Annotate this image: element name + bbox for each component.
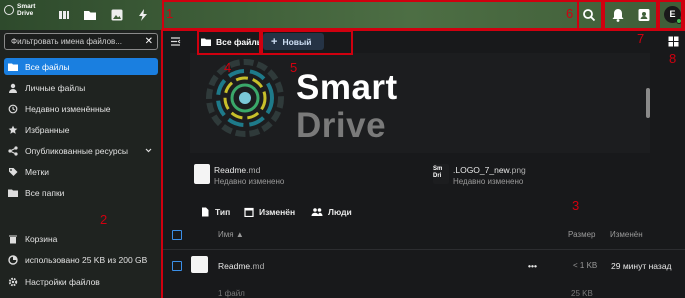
plus-icon: + — [271, 35, 278, 48]
recent-file-name: .LOGO_7_new.png — [453, 165, 526, 175]
filter-label: Изменён — [259, 207, 296, 217]
sidebar-item-personal-files[interactable]: Личные файлы — [4, 79, 158, 96]
notifications-icon[interactable] — [610, 7, 626, 23]
user-icon — [9, 83, 17, 93]
chevron-down-icon[interactable] — [145, 147, 152, 154]
row-file-name[interactable]: Readme.md — [218, 261, 264, 271]
people-icon — [311, 208, 323, 216]
filter-type[interactable]: Тип — [200, 205, 230, 219]
sidebar-item-label: Избранные — [25, 124, 70, 135]
recent-file-card[interactable]: Sm Dri .LOGO_7_new.png Недавно изменено — [433, 164, 613, 188]
recent-file-name: Readme.md — [214, 165, 261, 175]
sidebar-item-favorites[interactable]: Избранные — [4, 121, 158, 138]
sidebar-item-all-folders[interactable]: Все папки — [4, 184, 158, 201]
row-checkbox[interactable] — [172, 261, 182, 271]
share-icon — [8, 145, 18, 156]
sidebar-item-settings[interactable]: Настройки файлов — [4, 273, 158, 290]
table-footer-count: 1 файл — [218, 289, 245, 298]
table-divider — [163, 249, 685, 250]
filter-modified[interactable]: Изменён — [244, 205, 295, 219]
folder-icon — [8, 189, 18, 197]
new-button-label: Новый — [282, 36, 312, 47]
gear-icon — [8, 277, 18, 286]
quota-label: использовано 25 KB из 200 GB — [25, 254, 148, 265]
search-icon[interactable] — [581, 7, 597, 23]
hero-title-drive: Drive — [296, 106, 387, 145]
sidebar-item-label: Все папки — [25, 187, 65, 198]
row-size: < 1 KB — [573, 261, 598, 270]
sidebar-item-label: Метки — [25, 166, 49, 177]
column-size[interactable]: Размер — [568, 230, 596, 239]
annotation-label-5: 5 — [290, 60, 298, 75]
document-icon — [191, 256, 208, 273]
preview-scrollbar[interactable] — [646, 88, 650, 118]
row-modified: 29 минут назад — [611, 261, 672, 271]
annotation-label-8: 8 — [669, 51, 677, 66]
file-filter-input[interactable]: Фильтровать имена файлов... ✕ — [4, 33, 158, 50]
sidebar-item-trash[interactable]: Корзина — [4, 230, 158, 247]
sidebar-item-all-files[interactable]: Все файлы — [4, 58, 158, 75]
recent-file-status: Недавно изменено — [453, 177, 524, 186]
annotation-label-4: 4 — [224, 60, 232, 75]
filter-label: Тип — [215, 207, 231, 217]
recent-file-card[interactable]: Readme.md Недавно изменено — [194, 164, 354, 188]
activity-icon[interactable] — [136, 8, 150, 22]
row-actions-icon[interactable]: ••• — [528, 261, 537, 271]
folder-icon — [201, 38, 211, 46]
sidebar-item-label: Личные файлы — [25, 82, 86, 93]
annotation-label-7: 7 — [637, 31, 645, 46]
contacts-icon[interactable] — [636, 7, 652, 23]
apps-icon[interactable] — [57, 8, 71, 22]
sidebar-item-label: Опубликованные ресурсы — [25, 145, 128, 156]
folder-icon — [8, 63, 18, 71]
star-icon — [8, 125, 18, 134]
breadcrumb-label: Все файлы — [216, 36, 265, 47]
logo-icon — [4, 5, 14, 15]
folder-icon[interactable] — [83, 8, 97, 22]
sidebar-item-label: Недавно изменённые — [25, 103, 111, 114]
app-logo[interactable]: Smart Drive — [4, 3, 45, 17]
table-footer-size: 25 KB — [571, 289, 593, 298]
annotation-label-2: 2 — [100, 212, 108, 227]
recent-file-status: Недавно изменено — [214, 177, 285, 186]
trash-icon — [9, 235, 17, 243]
column-name[interactable]: Имя ▲ — [218, 230, 244, 239]
sidebar-item-shared[interactable]: Опубликованные ресурсы — [4, 142, 158, 159]
pie-chart-icon — [8, 254, 18, 265]
top-bar: Smart Drive E — [0, 0, 685, 30]
document-icon — [194, 164, 210, 184]
tag-icon — [9, 167, 18, 176]
calendar-icon — [244, 207, 254, 217]
sort-asc-icon: ▲ — [235, 230, 244, 239]
filter-placeholder: Фильтровать имена файлов... — [11, 37, 122, 46]
sidebar-item-label: Корзина — [25, 233, 58, 244]
image-thumbnail: Sm Dri — [433, 164, 449, 184]
filter-label: Люди — [328, 207, 352, 217]
breadcrumb[interactable]: Все файлы — [201, 33, 264, 50]
app-name: Smart Drive — [17, 3, 36, 17]
annotation-label-6: 6 — [566, 6, 574, 21]
file-icon — [202, 207, 209, 217]
online-status-dot — [676, 18, 682, 24]
column-modified[interactable]: Изменён — [610, 230, 643, 239]
user-avatar[interactable]: E — [664, 6, 682, 24]
annotation-label-3: 3 — [572, 198, 580, 213]
photos-icon[interactable] — [110, 8, 124, 22]
sidebar-item-label: Настройки файлов — [25, 276, 100, 287]
clear-filter-icon[interactable]: ✕ — [145, 37, 153, 47]
toggle-sidebar-icon[interactable] — [170, 36, 181, 47]
storage-quota: использовано 25 KB из 200 GB — [4, 251, 158, 268]
select-all-checkbox[interactable] — [172, 230, 182, 240]
sidebar-item-tags[interactable]: Метки — [4, 163, 158, 180]
avatar-initial: E — [669, 9, 676, 19]
history-icon — [8, 104, 18, 113]
sidebar-item-recent[interactable]: Недавно изменённые — [4, 100, 158, 117]
annotation-label-1: 1 — [166, 6, 174, 21]
grid-view-icon[interactable] — [668, 36, 679, 47]
new-button[interactable]: + Новый — [263, 33, 324, 50]
hero-title-smart: Smart — [296, 68, 398, 107]
sidebar-item-label: Все файлы — [25, 61, 70, 72]
smart-drive-logo — [206, 59, 284, 137]
filter-people[interactable]: Люди — [311, 205, 352, 219]
